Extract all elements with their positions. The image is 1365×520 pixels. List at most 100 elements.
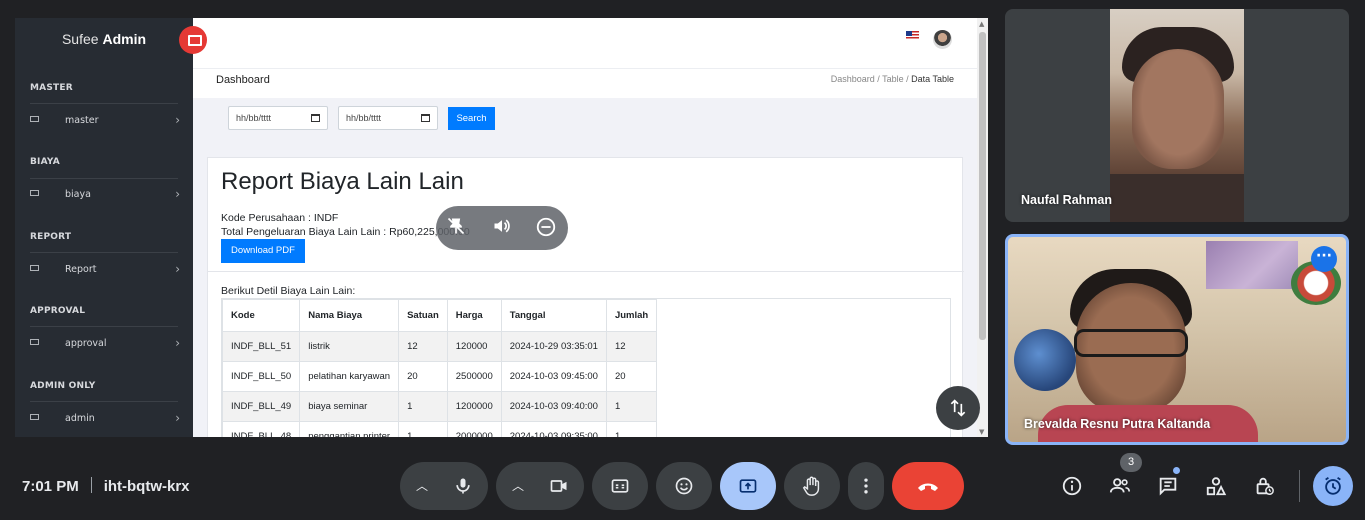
info-button[interactable]: [1058, 472, 1086, 500]
people-button[interactable]: [1106, 472, 1134, 500]
table-cell: 20: [605, 361, 658, 392]
column-header[interactable]: Jumlah: [605, 299, 658, 332]
emoji-button[interactable]: [656, 462, 712, 510]
calendar-icon[interactable]: [421, 114, 430, 122]
page-scrollbar[interactable]: ▲ ▼: [977, 18, 988, 437]
activities-icon: [1206, 477, 1227, 496]
captions-button[interactable]: [592, 462, 648, 510]
remove-icon[interactable]: [534, 216, 558, 240]
table-cell: 1: [398, 421, 448, 437]
table-cell: listrik: [299, 331, 400, 362]
detail-label: Berikut Detil Biaya Lain Lain:: [221, 285, 356, 297]
timer-button[interactable]: [1313, 466, 1353, 506]
date-placeholder: hh/bb/tttt: [346, 113, 382, 123]
end-call-icon[interactable]: [916, 477, 940, 495]
scroll-down-icon[interactable]: ▼: [979, 428, 984, 436]
mic-icon[interactable]: [453, 476, 473, 496]
activities-button[interactable]: [1202, 472, 1230, 500]
column-header[interactable]: Tanggal: [500, 299, 607, 332]
sidebar-item-biaya[interactable]: biaya ›: [30, 187, 180, 205]
swap-layout-button[interactable]: [936, 386, 980, 430]
presentation-overlay: [436, 206, 568, 250]
meeting-code[interactable]: iht-bqtw-krx: [104, 478, 190, 495]
participant-name: Brevalda Resnu Putra Kaltanda: [1024, 417, 1211, 431]
toolbar-divider: [1299, 470, 1300, 502]
column-header[interactable]: Nama Biaya: [299, 299, 400, 332]
table-cell: INDF_BLL_48: [222, 421, 301, 437]
host-controls-button[interactable]: [1250, 472, 1278, 500]
sidebar-item-master[interactable]: master ›: [30, 113, 180, 131]
raise-hand-icon[interactable]: [801, 475, 823, 497]
sidebar-divider: [30, 401, 178, 402]
calendar-icon[interactable]: [311, 114, 320, 122]
sidebar-item-admin[interactable]: admin ›: [30, 411, 180, 429]
table-cell: 1200000: [446, 391, 502, 422]
table-icon: [30, 339, 39, 345]
mic-control[interactable]: ︿: [400, 462, 488, 510]
meeting-info: 7:01 PM iht-bqtw-krx: [22, 477, 190, 495]
pin-off-icon[interactable]: [444, 216, 468, 240]
raise-hand-button[interactable]: [784, 462, 840, 510]
video-background-helmet: [1014, 329, 1076, 391]
emoji-icon[interactable]: [673, 476, 695, 496]
chevron-right-icon: ›: [175, 262, 180, 276]
more-options-button[interactable]: [848, 462, 884, 510]
table-cell: 2000000: [446, 421, 502, 437]
column-header[interactable]: Satuan: [398, 299, 448, 332]
menu-toggle-icon[interactable]: [179, 26, 207, 54]
breadcrumb-table[interactable]: Table: [882, 74, 904, 84]
date-from-input[interactable]: hh/bb/tttt: [228, 106, 328, 130]
chevron-right-icon: ›: [175, 187, 180, 201]
main-content: Dashboard Dashboard / Table / Data Table…: [193, 18, 977, 437]
people-icon: [1109, 478, 1130, 493]
breadcrumb: Dashboard / Table / Data Table: [830, 74, 954, 84]
chevron-right-icon: ›: [175, 411, 180, 425]
us-flag-icon[interactable]: [906, 31, 919, 40]
chevron-up-icon[interactable]: ︿: [512, 462, 524, 510]
column-header[interactable]: Kode: [222, 299, 301, 332]
info-icon: [1062, 476, 1082, 496]
volume-icon[interactable]: [490, 216, 514, 240]
column-header[interactable]: Harga: [446, 299, 502, 332]
sidebar-item-report[interactable]: Report ›: [30, 262, 180, 280]
participant-tile-self[interactable]: Brevalda Resnu Putra Kaltanda: [1005, 234, 1349, 445]
avatar[interactable]: [933, 30, 952, 49]
end-call-button[interactable]: [892, 462, 964, 510]
sidebar-divider: [30, 103, 178, 104]
present-icon[interactable]: [737, 476, 759, 496]
present-button[interactable]: [720, 462, 776, 510]
page-header: Dashboard Dashboard / Table / Data Table: [193, 68, 977, 98]
sidebar-item-approval[interactable]: approval ›: [30, 336, 180, 354]
chevron-right-icon: ›: [175, 336, 180, 350]
search-button[interactable]: Search: [448, 107, 495, 130]
video-background-poster: [1206, 241, 1298, 289]
table-icon: [30, 414, 39, 420]
table-cell: INDF_BLL_51: [222, 331, 301, 362]
table-cell: 2024-10-03 09:45:00: [500, 361, 607, 392]
camera-icon[interactable]: [548, 476, 570, 496]
table-cell: 2500000: [446, 361, 502, 392]
more-options-icon[interactable]: [860, 476, 872, 496]
participant-tile[interactable]: Naufal Rahman: [1005, 9, 1349, 222]
total-expense: Total Pengeluaran Biaya Lain Lain : Rp60…: [221, 226, 470, 238]
sidebar-divider: [30, 326, 178, 327]
more-options-icon[interactable]: ···: [1311, 246, 1337, 272]
captions-icon[interactable]: [609, 476, 631, 496]
report-card-header: Report Biaya Lain Lain Kode Perusahaan :…: [208, 158, 964, 272]
breadcrumb-dashboard[interactable]: Dashboard: [831, 74, 875, 84]
table-cell: 1: [605, 421, 658, 437]
sidebar-item-label: Report: [65, 264, 97, 275]
download-pdf-button[interactable]: Download PDF: [221, 239, 305, 263]
chevron-up-icon[interactable]: ︿: [416, 462, 428, 510]
sidebar-section-approval: APPROVAL: [30, 306, 86, 316]
sidebar-item-label: admin: [65, 413, 95, 424]
scrollbar-thumb[interactable]: [979, 32, 986, 340]
participant-name: Naufal Rahman: [1021, 193, 1112, 207]
camera-control[interactable]: ︿: [496, 462, 584, 510]
report-table: Kode Nama Biaya Satuan Harga Tanggal Jum…: [221, 298, 951, 437]
date-to-input[interactable]: hh/bb/tttt: [338, 106, 438, 130]
scroll-up-icon[interactable]: ▲: [979, 20, 984, 28]
brand-logo[interactable]: Sufee Admin: [15, 31, 193, 47]
chat-button[interactable]: [1154, 472, 1182, 500]
table-icon: [30, 265, 39, 271]
